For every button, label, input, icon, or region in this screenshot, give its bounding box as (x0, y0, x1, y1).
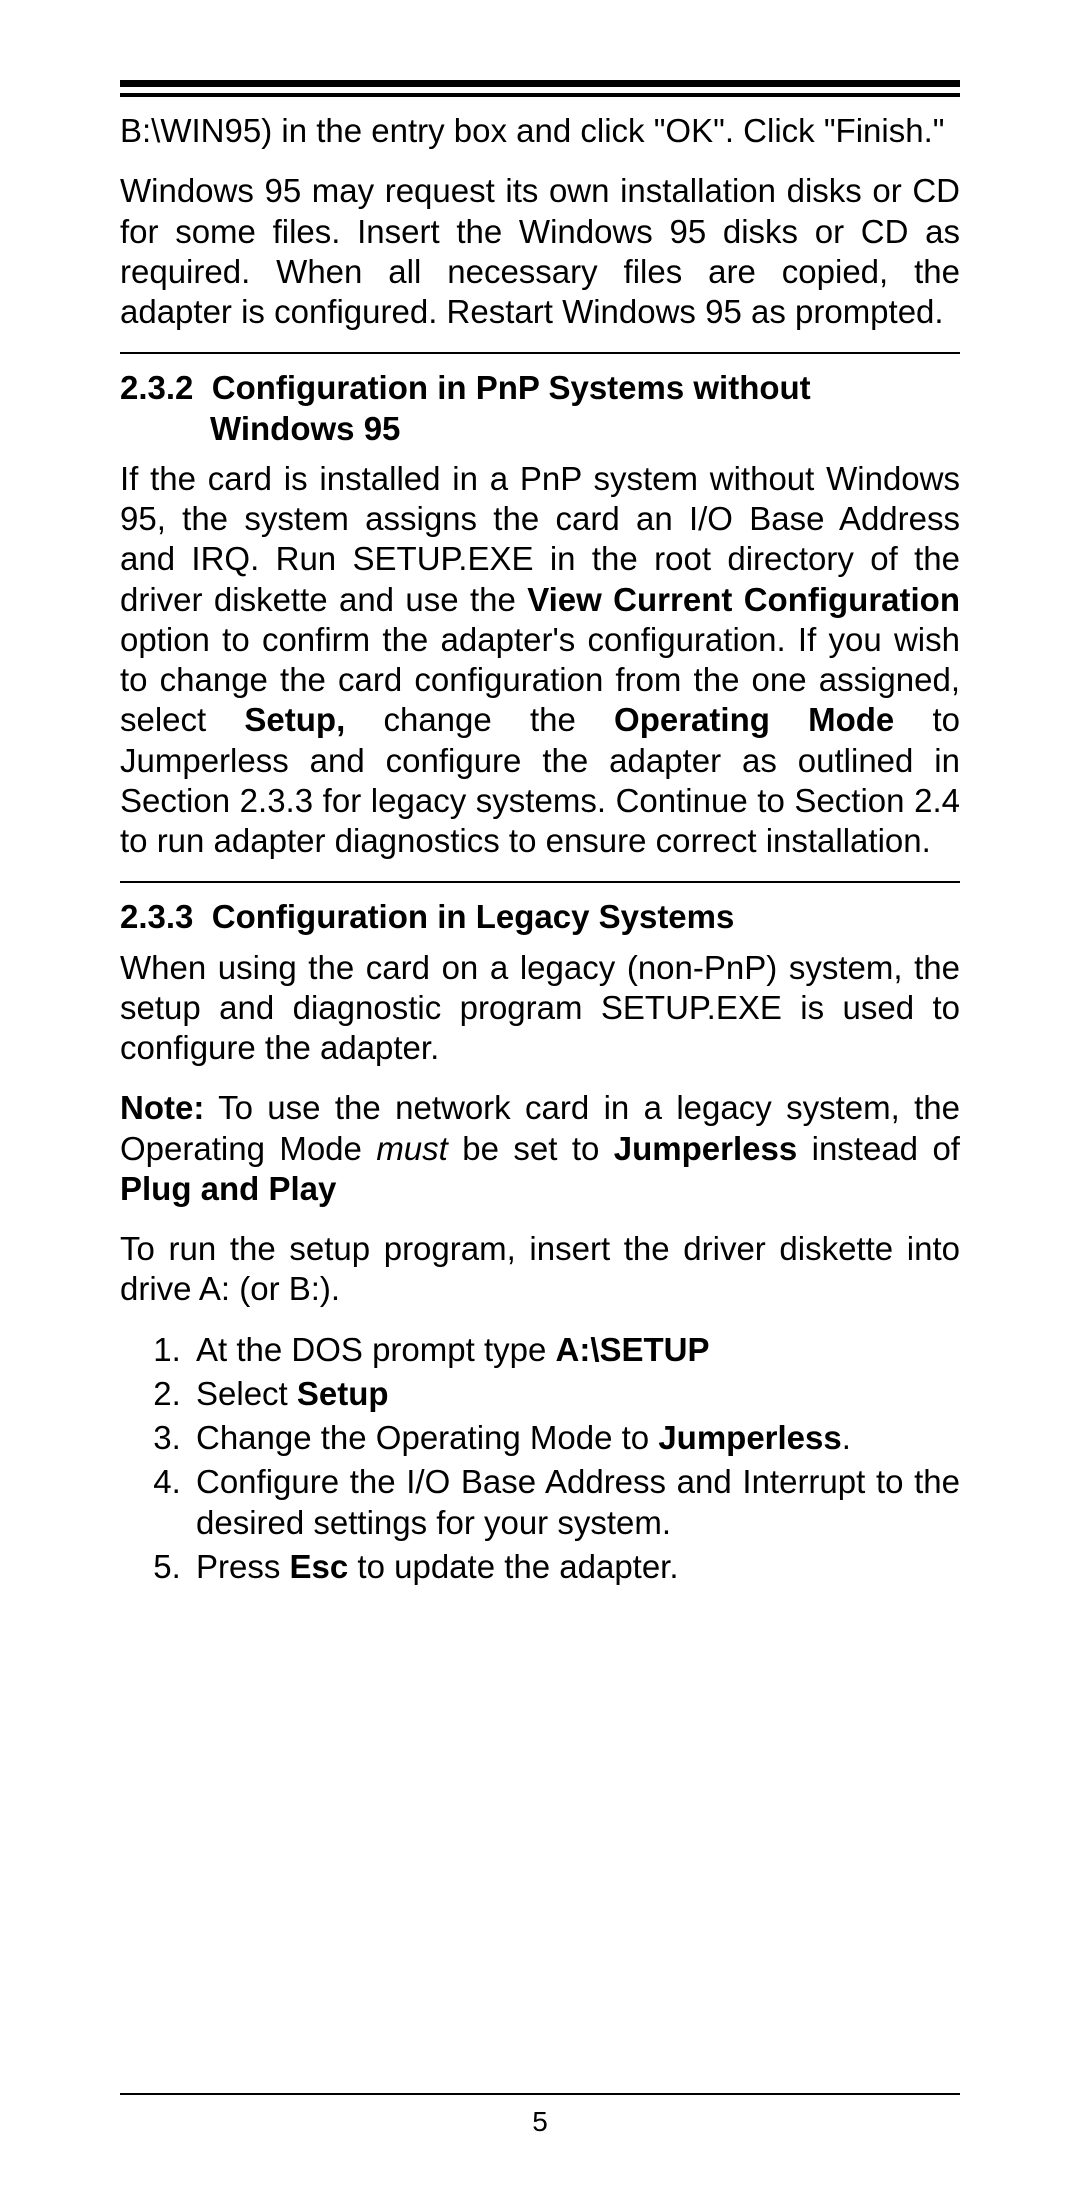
divider-1 (120, 352, 960, 354)
bold-esc: Esc (290, 1548, 349, 1585)
text: Select (196, 1375, 297, 1412)
text: to update the adapter. (348, 1548, 678, 1585)
text: At the DOS prompt type (196, 1331, 556, 1368)
steps-list: At the DOS prompt type A:\SETUP Select S… (120, 1330, 960, 1588)
bold-view-current: View Current Configuration (527, 581, 960, 618)
page-number: 5 (120, 2105, 960, 2139)
page: B:\WIN95) in the entry box and click "OK… (0, 0, 1080, 2199)
bold-setup: Setup (297, 1375, 389, 1412)
list-item: Change the Operating Mode to Jumperless. (190, 1418, 960, 1458)
text: Change the Operating Mode to (196, 1419, 658, 1456)
paragraph-232-body: If the card is installed in a PnP system… (120, 459, 960, 862)
heading-232-title-line1: Configuration in PnP Systems without (212, 369, 811, 406)
heading-232: 2.3.2 Configuration in PnP Systems witho… (120, 368, 960, 449)
text: instead of (797, 1130, 960, 1167)
bold-jumperless: Jumperless (658, 1419, 841, 1456)
footer: 5 (120, 2093, 960, 2139)
top-rule-1 (120, 80, 960, 87)
heading-232-title-line2: Windows 95 (210, 409, 960, 449)
list-item: Select Setup (190, 1374, 960, 1414)
heading-232-num: 2.3.2 (120, 369, 193, 406)
text: be set to (448, 1130, 614, 1167)
text: . (842, 1419, 851, 1456)
paragraph-233-run: To run the setup program, insert the dri… (120, 1229, 960, 1310)
bold-asetup: A:\SETUP (556, 1331, 710, 1368)
italic-must: must (376, 1130, 448, 1167)
heading-233-title: Configuration in Legacy Systems (212, 898, 735, 935)
footer-rule (120, 2093, 960, 2095)
bold-setup: Setup, (244, 701, 345, 738)
heading-233: 2.3.3 Configuration in Legacy Systems (120, 897, 960, 937)
paragraph-continuation: B:\WIN95) in the entry box and click "OK… (120, 111, 960, 151)
paragraph-233-intro: When using the card on a legacy (non-PnP… (120, 948, 960, 1069)
list-item: Press Esc to update the adapter. (190, 1547, 960, 1587)
text: Press (196, 1548, 290, 1585)
paragraph-233-note: Note: To use the network card in a legac… (120, 1088, 960, 1209)
bold-operating-mode: Operating Mode (614, 701, 894, 738)
top-rule-2 (120, 93, 960, 97)
bold-jumperless: Jumperless (614, 1130, 797, 1167)
divider-2 (120, 881, 960, 883)
text: change the (345, 701, 614, 738)
paragraph-win95-disks: Windows 95 may request its own installat… (120, 171, 960, 332)
list-item: Configure the I/O Base Address and Inter… (190, 1462, 960, 1543)
list-item: At the DOS prompt type A:\SETUP (190, 1330, 960, 1370)
bold-plug-and-play: Plug and Play (120, 1170, 336, 1207)
heading-233-num: 2.3.3 (120, 898, 193, 935)
bold-note: Note: (120, 1089, 204, 1126)
